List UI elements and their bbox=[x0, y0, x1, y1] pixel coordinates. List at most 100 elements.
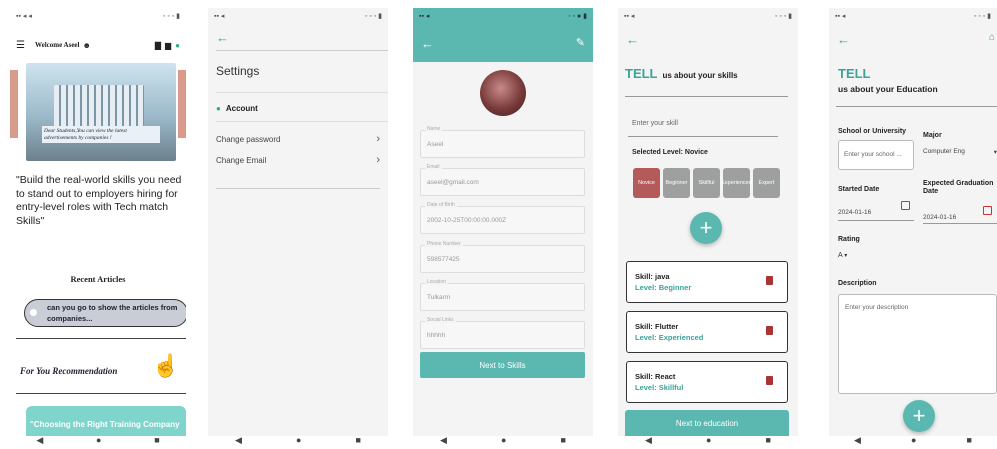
calendar-icon[interactable] bbox=[901, 201, 910, 210]
person-icon: ● bbox=[216, 104, 221, 113]
description-textarea[interactable]: Enter your description bbox=[838, 294, 997, 394]
delete-icon[interactable] bbox=[766, 376, 773, 385]
school-placeholder: Enter your school ... bbox=[844, 151, 902, 158]
profile-field[interactable]: Location Tulkarm bbox=[420, 279, 585, 311]
recents-nav-icon[interactable]: ■ bbox=[356, 435, 361, 445]
delete-icon[interactable] bbox=[766, 276, 773, 285]
graduation-date-field[interactable]: 2024-01-16 bbox=[923, 206, 997, 224]
system-nav-bar: ◀ ● ■ bbox=[618, 432, 798, 448]
banner-prev-peek bbox=[10, 70, 18, 138]
profile-field-value: Aseel bbox=[427, 141, 444, 148]
back-arrow-icon[interactable]: ← bbox=[216, 30, 229, 45]
recents-nav-icon[interactable]: ■ bbox=[766, 435, 771, 445]
chat-icon[interactable]: ▇ bbox=[155, 41, 161, 50]
back-nav-icon[interactable]: ◀ bbox=[36, 435, 43, 446]
article-chip[interactable]: can you go to show the articles from com… bbox=[24, 299, 186, 327]
level-option-expert[interactable]: Expert bbox=[753, 168, 780, 198]
education-tell: TELL bbox=[838, 66, 871, 81]
rating-select[interactable]: A ▾ bbox=[838, 252, 847, 259]
profile-field-value: Tulkarm bbox=[427, 294, 451, 301]
back-arrow-icon[interactable]: ← bbox=[421, 36, 434, 51]
skill-level: Level: Beginner bbox=[635, 283, 692, 292]
message-icon[interactable]: ▆ bbox=[165, 41, 171, 50]
status-bar: ▪▪ ◂ ◦ ◦ ◦ ▮ bbox=[624, 13, 792, 20]
chevron-right-icon: › bbox=[376, 133, 380, 145]
system-nav-bar: ◀ ● ■ bbox=[10, 432, 186, 448]
home-icon[interactable]: ⌂ bbox=[989, 32, 995, 43]
level-option-beginner[interactable]: Beginner bbox=[663, 168, 690, 198]
tell-label: TELL bbox=[625, 66, 658, 81]
skill-input[interactable]: Enter your skill bbox=[632, 120, 780, 127]
profile-screen: ▪▪ ◂ ◦ ◦ ● ▮ ← ✎ Name Aseel Email aseel@gmai… bbox=[413, 8, 593, 436]
graduation-date-value: 2024-01-16 bbox=[923, 214, 957, 221]
delete-icon[interactable] bbox=[766, 326, 773, 335]
level-option-skillful[interactable]: Skillful bbox=[693, 168, 720, 198]
next-to-skills-button[interactable]: Next to Skills bbox=[420, 352, 585, 378]
recommendation-title: "Choosing the Right Training Company bbox=[30, 420, 180, 429]
profile-field[interactable]: Name Aseel bbox=[420, 126, 585, 158]
banner-next-peek bbox=[178, 70, 186, 138]
plus-icon: + bbox=[912, 403, 926, 428]
back-arrow-icon[interactable]: ← bbox=[837, 32, 850, 47]
next-to-skills-label: Next to Skills bbox=[479, 360, 526, 370]
rating-label: Rating bbox=[838, 236, 860, 243]
article-dot-icon bbox=[30, 309, 37, 316]
major-value: Computer Eng bbox=[923, 148, 965, 155]
chevron-right-icon: › bbox=[376, 154, 380, 166]
edit-icon[interactable]: ✎ bbox=[576, 36, 585, 49]
add-skill-button[interactable]: + bbox=[690, 212, 722, 244]
banner-carousel[interactable]: Dear Students,You can view the latest ad… bbox=[26, 63, 176, 161]
divider bbox=[16, 338, 186, 339]
notification-icon[interactable]: ● bbox=[175, 41, 180, 50]
account-label: Account bbox=[225, 104, 258, 113]
back-nav-icon[interactable]: ◀ bbox=[854, 435, 861, 446]
profile-field[interactable]: Social Links hhhhh bbox=[420, 317, 585, 349]
recents-nav-icon[interactable]: ■ bbox=[561, 435, 566, 445]
home-nav-icon[interactable]: ● bbox=[296, 435, 301, 445]
profile-field[interactable]: Email aseel@gmail.com bbox=[420, 164, 585, 196]
home-nav-icon[interactable]: ● bbox=[706, 435, 711, 445]
divider bbox=[836, 106, 997, 107]
back-nav-icon[interactable]: ◀ bbox=[440, 435, 447, 446]
level-option-novice[interactable]: Novice bbox=[633, 168, 660, 198]
recents-nav-icon[interactable]: ■ bbox=[967, 435, 972, 445]
profile-app-bar: ← ✎ bbox=[413, 24, 593, 62]
back-nav-icon[interactable]: ◀ bbox=[645, 435, 652, 446]
profile-field-label: Location bbox=[425, 279, 448, 285]
system-nav-bar: ◀ ● ■ bbox=[413, 432, 593, 448]
home-nav-icon[interactable]: ● bbox=[911, 435, 916, 445]
school-input[interactable]: Enter your school ... bbox=[838, 140, 914, 170]
skill-card: Skill: React Level: Skillful bbox=[626, 361, 788, 403]
settings-screen: ▪▪ ◂ ◦ ◦ ◦ ▮ ← Settings ● Account Change … bbox=[208, 8, 388, 436]
article-chip-text: can you go to show the articles from com… bbox=[47, 303, 178, 323]
back-arrow-icon[interactable]: ← bbox=[626, 32, 639, 47]
selected-level-label: Selected Level: Novice bbox=[632, 149, 708, 156]
change-password-label: Change password bbox=[216, 134, 281, 144]
change-email-item[interactable]: Change Email › bbox=[216, 153, 380, 167]
rating-value: A bbox=[838, 252, 843, 259]
add-education-button[interactable]: + bbox=[903, 400, 935, 432]
home-nav-icon[interactable]: ● bbox=[96, 435, 101, 445]
change-password-item[interactable]: Change password › bbox=[216, 132, 380, 146]
skill-level: Level: Experienced bbox=[635, 333, 704, 342]
back-nav-icon[interactable]: ◀ bbox=[235, 435, 242, 446]
change-email-label: Change Email bbox=[216, 155, 267, 165]
education-screen: ▪▪ ◂ ◦ ◦ ◦ ▮ ← ⌂ TELL us about your Educa… bbox=[829, 8, 997, 436]
level-option-experienced[interactable]: Experienced bbox=[721, 168, 752, 198]
home-nav-icon[interactable]: ● bbox=[501, 435, 506, 445]
profile-field[interactable]: Date of Birth 2002-10-25T00:00:00.000Z bbox=[420, 202, 585, 234]
started-date-field[interactable]: 2024-01-16 bbox=[838, 201, 914, 221]
profile-field[interactable]: Phone Number 598577425 bbox=[420, 241, 585, 273]
status-bar: ▪▪ ◂ ◂ ◦ ◦ ◦ ▮ bbox=[10, 8, 186, 24]
divider bbox=[625, 96, 788, 97]
recents-nav-icon[interactable]: ■ bbox=[154, 435, 159, 445]
skill-card: Skill: java Level: Beginner bbox=[626, 261, 788, 303]
profile-field-label: Name bbox=[425, 126, 443, 132]
major-label: Major bbox=[923, 132, 942, 139]
status-bar: ▪▪ ◂ ◦ ◦ ◦ ▮ bbox=[835, 13, 991, 20]
calendar-icon[interactable] bbox=[983, 206, 992, 215]
menu-icon[interactable]: ☰ bbox=[16, 40, 25, 51]
major-select[interactable]: Computer Eng ▾ bbox=[923, 148, 997, 162]
school-label: School or University bbox=[838, 128, 907, 135]
graduation-date-label: Expected Graduation Date bbox=[923, 180, 994, 196]
